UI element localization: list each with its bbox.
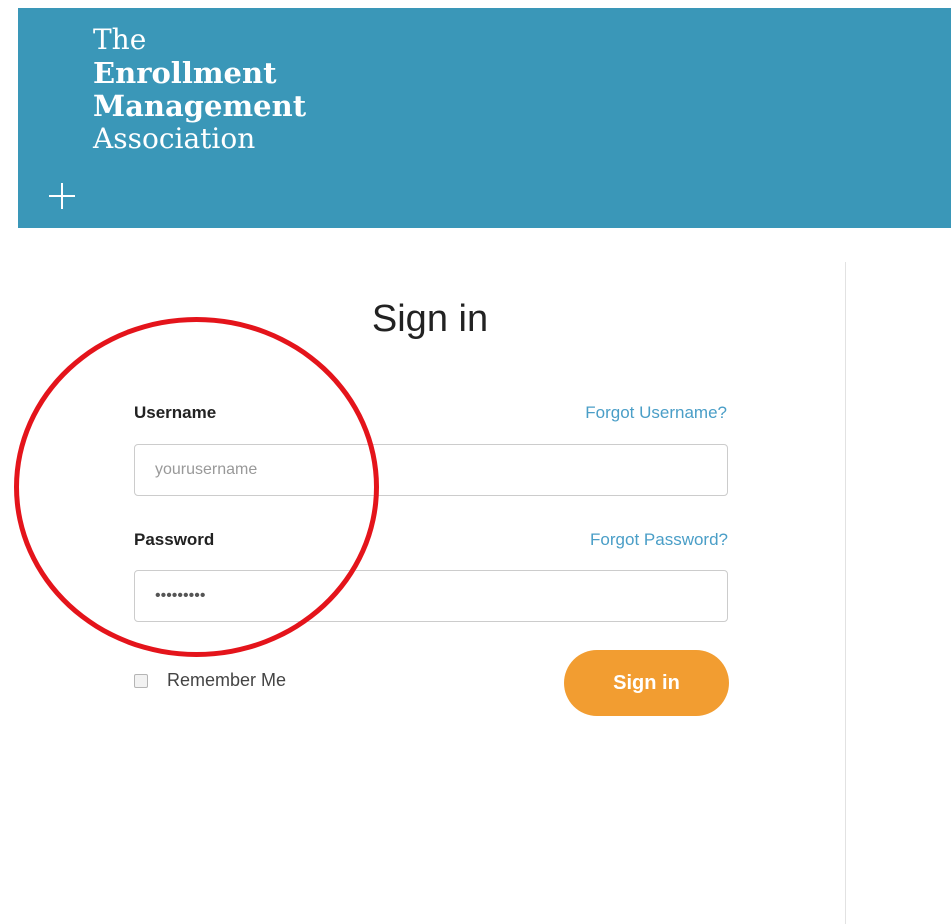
site-header: The Enrollment Management Association bbox=[18, 8, 951, 228]
logo-line-the: The bbox=[93, 23, 147, 56]
sign-in-button[interactable]: Sign in bbox=[564, 650, 729, 716]
plus-icon bbox=[49, 183, 75, 209]
page-title: Sign in bbox=[371, 298, 489, 340]
vertical-divider bbox=[845, 262, 846, 924]
password-label: Password bbox=[134, 530, 215, 549]
remember-me-row: Remember Me bbox=[134, 670, 286, 691]
remember-me-checkbox[interactable] bbox=[134, 673, 148, 688]
logo-line-association: Association bbox=[93, 122, 256, 155]
password-input[interactable] bbox=[134, 570, 728, 622]
logo-line-enrollment: Enrollment bbox=[93, 56, 277, 90]
remember-me-label[interactable]: Remember Me bbox=[167, 670, 286, 691]
logo-line-management: Management bbox=[93, 89, 307, 123]
username-input[interactable] bbox=[134, 444, 728, 496]
site-logo[interactable]: The Enrollment Management Association bbox=[93, 26, 306, 158]
forgot-username-link[interactable]: Forgot Username? bbox=[480, 403, 727, 423]
forgot-password-link[interactable]: Forgot Password? bbox=[480, 530, 728, 550]
username-label: Username bbox=[134, 403, 217, 422]
